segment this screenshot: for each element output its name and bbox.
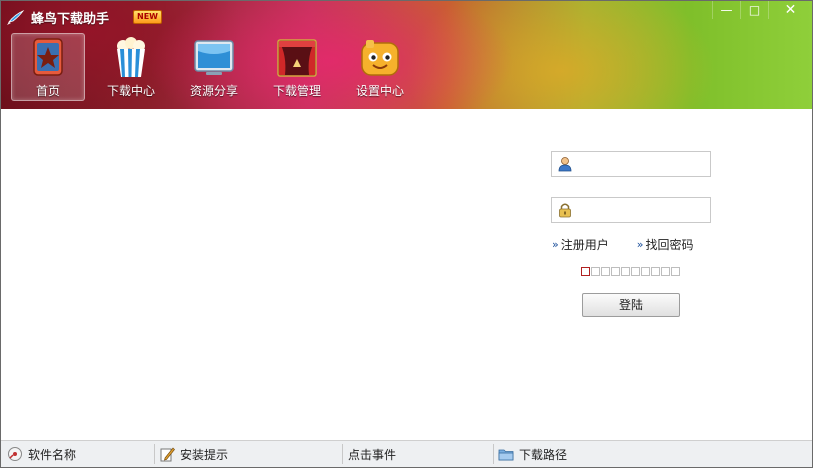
- password-field[interactable]: [551, 197, 711, 223]
- strength-square: [651, 267, 660, 276]
- pencil-note-icon: [160, 447, 175, 462]
- popcorn-icon: [117, 37, 145, 77]
- lock-icon: [559, 203, 571, 218]
- status-click-event: 点击事件: [348, 441, 396, 467]
- username-input[interactable]: [579, 153, 709, 175]
- password-strength-indicator: [581, 267, 680, 276]
- home-book-icon: [33, 38, 63, 76]
- status-download-path-label: 下载路径: [519, 447, 568, 462]
- folder-icon: [498, 449, 514, 461]
- nav-label-resource-share: 资源分享: [189, 84, 238, 98]
- maximize-button[interactable]: □: [740, 1, 768, 19]
- strength-square: [641, 267, 650, 276]
- nav-label-home: 首页: [35, 84, 60, 98]
- user-icon: [558, 157, 572, 172]
- status-install-tip: 安装提示: [159, 441, 228, 467]
- smiley-face-icon: [361, 40, 399, 76]
- account-links: » 注册用户 » 找回密码: [552, 236, 694, 253]
- status-divider: [342, 444, 343, 464]
- app-title: 蜂鸟下载助手: [31, 11, 110, 27]
- strength-square: [591, 267, 600, 276]
- main-nav: 首页 下载中心 资源分享 下载管理 设置中心: [11, 33, 426, 101]
- status-bar: 软件名称 安装提示 点击事件 下载路径: [1, 440, 812, 467]
- nav-item-settings[interactable]: 设置中心: [343, 33, 417, 101]
- nav-item-download-manage[interactable]: 下载管理: [260, 33, 334, 101]
- monitor-icon: [194, 40, 234, 75]
- new-badge: NEW: [133, 10, 162, 24]
- stage-curtain-icon: [277, 39, 317, 77]
- nav-label-download-center: 下载中心: [106, 84, 155, 98]
- nav-item-resource-share[interactable]: 资源分享: [177, 33, 251, 101]
- hummingbird-logo-icon: [7, 10, 25, 25]
- status-click-event-label: 点击事件: [348, 447, 397, 462]
- status-software-name-label: 软件名称: [28, 447, 77, 462]
- recover-password-label: 找回密码: [645, 238, 694, 252]
- nav-label-download-manage: 下载管理: [272, 84, 321, 98]
- strength-square: [671, 267, 680, 276]
- password-input[interactable]: [579, 199, 709, 221]
- register-link[interactable]: » 注册用户: [552, 236, 609, 253]
- strength-square: [631, 267, 640, 276]
- username-field[interactable]: [551, 151, 711, 177]
- status-software-name: 软件名称: [7, 441, 76, 467]
- status-divider: [493, 444, 494, 464]
- app-window: 蜂鸟下载助手 NEW — □ ✕ 首页 下载中心 资源分享 下载管理 设置中心 …: [0, 0, 813, 468]
- strength-square: [621, 267, 630, 276]
- minimize-button[interactable]: —: [712, 1, 740, 19]
- recover-password-link[interactable]: » 找回密码: [637, 236, 694, 253]
- status-install-tip-label: 安装提示: [180, 447, 229, 462]
- title-bar: 蜂鸟下载助手 NEW: [7, 7, 162, 27]
- software-package-icon: [8, 447, 22, 461]
- nav-item-download-center[interactable]: 下载中心: [94, 33, 168, 101]
- nav-item-home[interactable]: 首页: [11, 33, 85, 101]
- double-chevron-right-icon: »: [636, 238, 644, 251]
- status-divider: [154, 444, 155, 464]
- close-button[interactable]: ✕: [768, 1, 812, 19]
- login-button[interactable]: 登陆: [582, 293, 680, 317]
- status-download-path[interactable]: 下载路径: [498, 441, 567, 467]
- nav-label-settings: 设置中心: [355, 84, 404, 98]
- strength-square: [611, 267, 620, 276]
- register-link-label: 注册用户: [560, 238, 609, 252]
- strength-square: [661, 267, 670, 276]
- double-chevron-right-icon: »: [552, 238, 559, 251]
- strength-square: [581, 267, 590, 276]
- window-controls: — □ ✕: [712, 1, 812, 19]
- strength-square: [601, 267, 610, 276]
- header-banner: 蜂鸟下载助手 NEW — □ ✕ 首页 下载中心 资源分享 下载管理 设置中心: [1, 1, 812, 109]
